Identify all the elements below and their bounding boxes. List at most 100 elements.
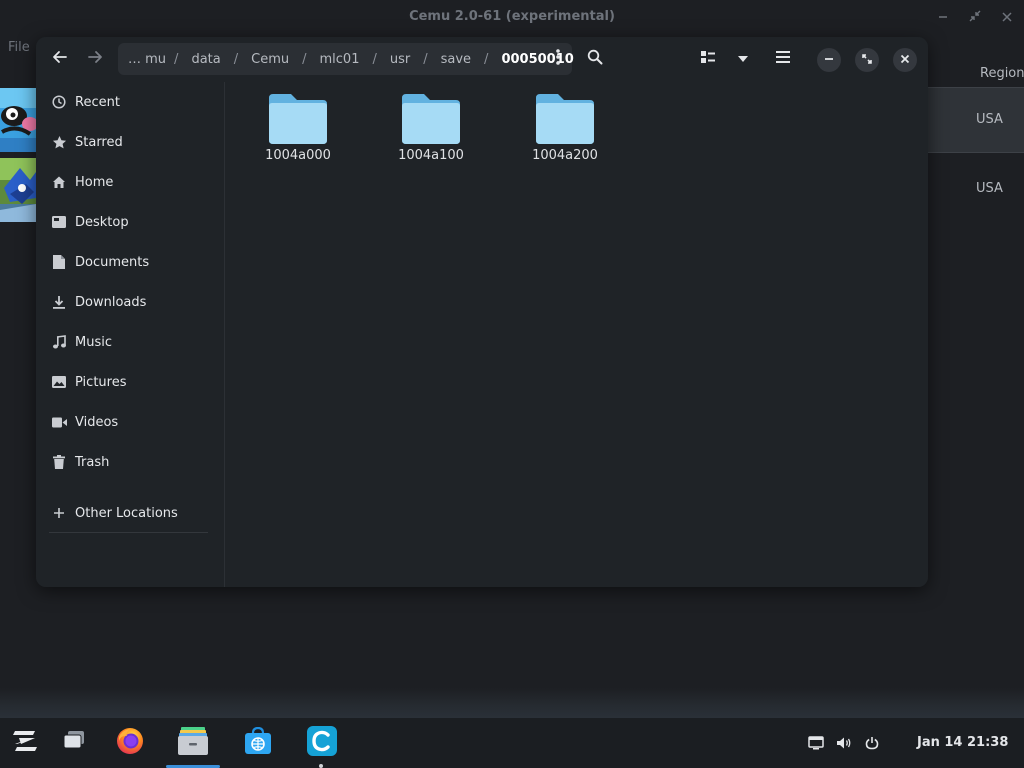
sidebar-item-desktop[interactable]: Desktop: [36, 204, 225, 240]
dialog-headerbar: … mu / data / Cemu / mlc01 / usr / save …: [36, 37, 928, 82]
view-options-dropdown[interactable]: [727, 44, 759, 74]
vertical-dots-icon: [556, 49, 560, 69]
picture-icon: [51, 374, 67, 390]
path-separator: /: [302, 51, 307, 67]
desktop-icon: [51, 214, 67, 230]
document-icon: [51, 254, 67, 270]
game-icon[interactable]: [0, 88, 36, 152]
workspaces-button[interactable]: [58, 727, 90, 759]
path-bar[interactable]: … mu / data / Cemu / mlc01 / usr / save …: [118, 43, 574, 75]
sidebar-item-label: Trash: [75, 454, 110, 470]
zorin-menu-icon: [11, 729, 39, 757]
path-crumb[interactable]: data: [189, 52, 222, 67]
workspaces-icon: [62, 731, 86, 755]
minimize-icon[interactable]: [933, 8, 953, 28]
sidebar-item-downloads[interactable]: Downloads: [36, 284, 225, 320]
path-crumb[interactable]: Cemu: [249, 52, 291, 67]
software-store-button[interactable]: [242, 726, 274, 759]
sidebar-item-label: Documents: [75, 254, 150, 270]
path-separator: /: [484, 51, 489, 67]
places-sidebar: Recent Starred Home Desktop Documents Do…: [36, 82, 225, 587]
sidebar-item-pictures[interactable]: Pictures: [36, 364, 225, 400]
minimize-icon: [824, 53, 834, 68]
sidebar-item-documents[interactable]: Documents: [36, 244, 225, 280]
firefox-icon: [116, 727, 144, 759]
sidebar-item-home[interactable]: Home: [36, 164, 225, 200]
sidebar-item-trash[interactable]: Trash: [36, 444, 225, 480]
sidebar-divider: [49, 532, 208, 533]
folder-item[interactable]: 1004a100: [381, 82, 481, 172]
dialog-maximize-button[interactable]: [855, 48, 879, 72]
cemu-window-title: Cemu 2.0-61 (experimental): [409, 9, 615, 24]
taskbar: Jan 14 21:38: [0, 718, 1024, 768]
sidebar-item-label: Pictures: [75, 374, 127, 390]
folder-name: 1004a100: [398, 148, 464, 163]
sidebar-item-label: Other Locations: [75, 505, 178, 521]
video-icon: [51, 414, 67, 430]
folder-view: 1004a000 1004a100 1004a200: [226, 82, 928, 587]
folder-name: 1004a200: [532, 148, 598, 163]
cemu-button[interactable]: [306, 726, 338, 760]
zorin-menu-button[interactable]: [9, 727, 41, 759]
close-icon: [900, 53, 910, 68]
path-separator: /: [372, 51, 377, 67]
download-icon: [51, 294, 67, 310]
home-icon: [51, 174, 67, 190]
back-button[interactable]: [44, 44, 76, 74]
folder-name: 1004a000: [265, 148, 331, 163]
folder-item[interactable]: 1004a200: [515, 82, 615, 172]
running-app-indicator: [319, 764, 323, 768]
game-icon[interactable]: [0, 158, 36, 222]
dialog-minimize-button[interactable]: [817, 48, 841, 72]
folder-item[interactable]: 1004a000: [248, 82, 348, 172]
path-crumb[interactable]: … mu: [126, 52, 168, 67]
folder-icon: [515, 94, 615, 144]
firefox-button[interactable]: [114, 727, 146, 759]
view-mode-button[interactable]: [692, 44, 724, 74]
volume-icon[interactable]: [836, 735, 852, 751]
sidebar-item-label: Home: [75, 174, 114, 190]
hamburger-menu-icon: [776, 51, 790, 67]
menu-file[interactable]: File: [8, 40, 30, 55]
sidebar-item-label: Desktop: [75, 214, 129, 230]
files-icon: [178, 727, 208, 759]
music-icon: [51, 334, 67, 350]
path-crumb[interactable]: usr: [388, 52, 412, 67]
sidebar-item-other-locations[interactable]: Other Locations: [36, 495, 225, 531]
close-icon[interactable]: [997, 8, 1017, 28]
restore-icon[interactable]: [965, 8, 985, 28]
arrow-right-icon: [87, 49, 103, 69]
sidebar-item-label: Music: [75, 334, 112, 350]
region-cell: USA: [976, 112, 1003, 127]
path-crumb[interactable]: save: [439, 52, 473, 67]
star-icon: [51, 134, 67, 150]
clock[interactable]: Jan 14 21:38: [917, 735, 1008, 750]
files-button[interactable]: [177, 727, 209, 759]
path-crumb[interactable]: mlc01: [318, 52, 362, 67]
region-cell: USA: [976, 181, 1003, 196]
column-header-region[interactable]: Region: [980, 66, 1024, 81]
folder-icon: [248, 94, 348, 144]
forward-button[interactable]: [79, 44, 111, 74]
maximize-icon: [862, 53, 872, 68]
clock-icon: [51, 94, 67, 110]
search-button[interactable]: [579, 44, 611, 74]
display-icon[interactable]: [808, 735, 824, 751]
sidebar-item-label: Starred: [75, 134, 123, 150]
sidebar-item-label: Recent: [75, 94, 120, 110]
game-list-row[interactable]: USA: [928, 157, 1024, 223]
sidebar-item-starred[interactable]: Starred: [36, 124, 225, 160]
cemu-icon: [307, 726, 337, 760]
sidebar-item-recent[interactable]: Recent: [36, 84, 225, 120]
cemu-titlebar: Cemu 2.0-61 (experimental): [0, 0, 1024, 36]
path-menu-button[interactable]: [550, 49, 566, 69]
sidebar-item-label: Downloads: [75, 294, 147, 310]
dialog-close-button[interactable]: [893, 48, 917, 72]
sidebar-item-videos[interactable]: Videos: [36, 404, 225, 440]
sidebar-item-music[interactable]: Music: [36, 324, 225, 360]
path-separator: /: [233, 51, 239, 67]
main-menu-button[interactable]: [767, 44, 799, 74]
arrow-left-icon: [52, 49, 68, 69]
power-icon[interactable]: [864, 735, 880, 751]
game-list-row[interactable]: USA: [928, 87, 1024, 153]
